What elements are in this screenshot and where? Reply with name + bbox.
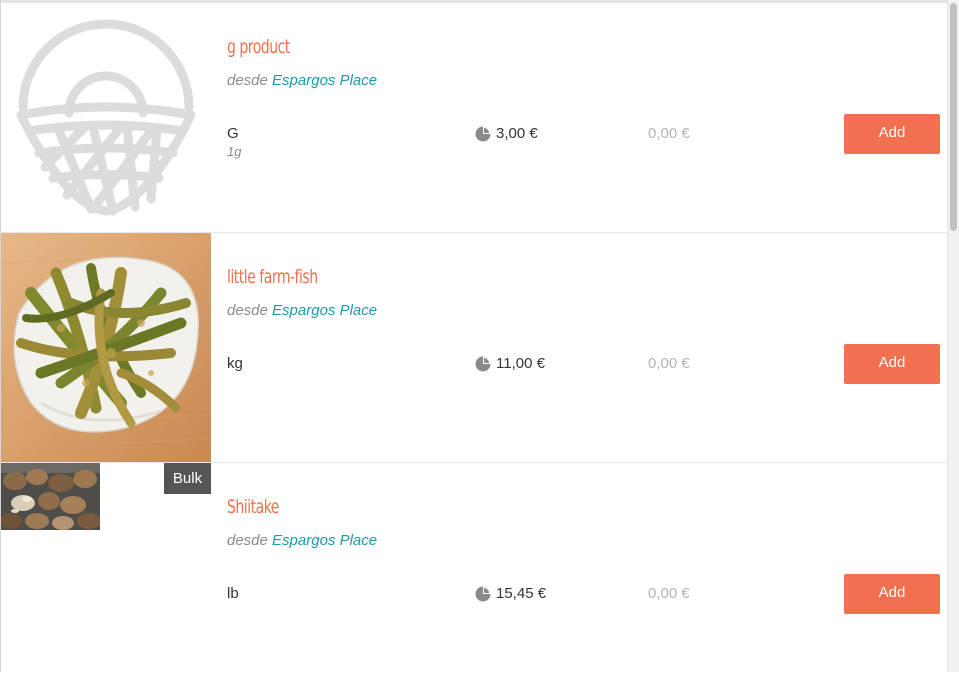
price-pie-icon[interactable] — [475, 126, 491, 142]
product-unit: kg — [227, 355, 243, 372]
product-image[interactable] — [1, 233, 211, 462]
producer-link[interactable]: Espargos Place — [272, 302, 377, 319]
product-total: 0,00 € — [648, 125, 690, 142]
product-source: desde Espargos Place — [227, 532, 377, 549]
product-image[interactable] — [1, 463, 100, 530]
price-pie-icon[interactable] — [475, 356, 491, 372]
source-prefix: desde — [227, 302, 268, 319]
price-pie-icon[interactable] — [475, 586, 491, 602]
product-unit: G — [227, 125, 239, 142]
fried-green-beans-photo — [1, 233, 211, 462]
product-title[interactable]: g product — [227, 36, 290, 58]
producer-link[interactable]: Espargos Place — [272, 532, 377, 549]
bulk-badge: Bulk — [164, 463, 211, 494]
shiitake-mushrooms-photo — [1, 463, 100, 530]
product-price: 3,00 € — [475, 125, 538, 142]
product-total: 0,00 € — [648, 355, 690, 372]
product-source: desde Espargos Place — [227, 302, 377, 319]
source-prefix: desde — [227, 532, 268, 549]
price-value: 15,45 € — [496, 585, 547, 602]
product-row: g product desde Espargos Place G 1g 3,00… — [1, 3, 947, 233]
product-unit: lb — [227, 585, 239, 602]
product-row: little farm-fish desde Espargos Place kg… — [1, 233, 947, 463]
product-title[interactable]: little farm-fish — [227, 266, 318, 288]
price-value: 11,00 € — [496, 355, 545, 372]
add-button[interactable]: Add — [844, 344, 940, 384]
product-price: 11,00 € — [475, 355, 545, 372]
product-row: Bulk Shiitake desde Espargos Place lb 15… — [1, 463, 947, 692]
product-subunit: 1g — [227, 144, 242, 159]
add-button[interactable]: Add — [844, 114, 940, 154]
producer-link[interactable]: Espargos Place — [272, 72, 377, 89]
scrollbar-thumb[interactable] — [950, 3, 957, 231]
product-source: desde Espargos Place — [227, 72, 377, 89]
add-button[interactable]: Add — [844, 574, 940, 614]
basket-icon — [16, 19, 196, 216]
product-total: 0,00 € — [648, 585, 690, 602]
product-title[interactable]: Shiitake — [227, 496, 279, 518]
product-price: 15,45 € — [475, 585, 546, 602]
product-list: g product desde Espargos Place G 1g 3,00… — [1, 3, 947, 692]
scrollbar[interactable] — [947, 0, 959, 672]
price-value: 3,00 € — [496, 125, 538, 142]
product-image-placeholder[interactable] — [1, 3, 211, 232]
source-prefix: desde — [227, 72, 268, 89]
